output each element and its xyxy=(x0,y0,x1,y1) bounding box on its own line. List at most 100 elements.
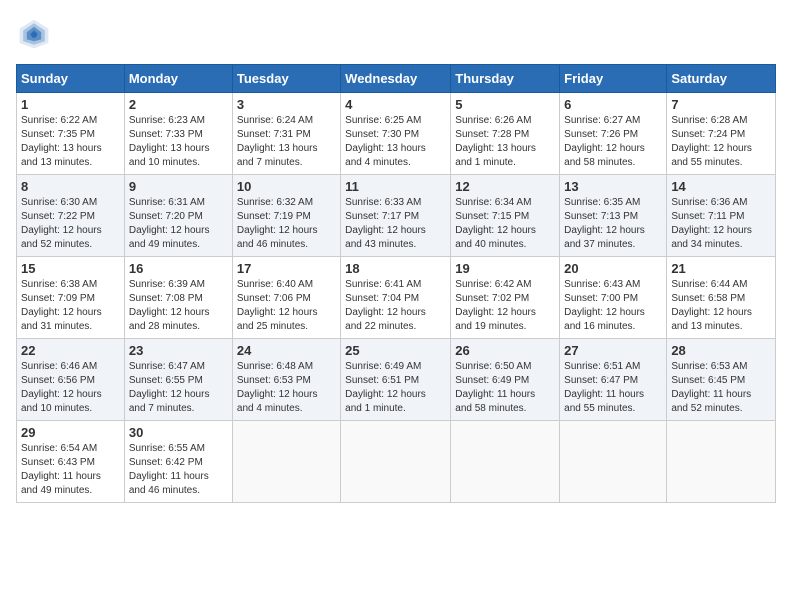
calendar-week-row: 8 Sunrise: 6:30 AM Sunset: 7:22 PM Daylig… xyxy=(17,175,776,257)
logo-icon xyxy=(16,16,52,52)
day-number: 12 xyxy=(455,179,555,194)
calendar-cell: 19 Sunrise: 6:42 AM Sunset: 7:02 PM Dayli… xyxy=(451,257,560,339)
col-sunday: Sunday xyxy=(17,65,125,93)
calendar-cell: 18 Sunrise: 6:41 AM Sunset: 7:04 PM Dayli… xyxy=(341,257,451,339)
day-number: 7 xyxy=(671,97,771,112)
day-number: 28 xyxy=(671,343,771,358)
col-monday: Monday xyxy=(124,65,232,93)
calendar-cell: 15 Sunrise: 6:38 AM Sunset: 7:09 PM Dayli… xyxy=(17,257,125,339)
day-number: 9 xyxy=(129,179,228,194)
day-info: Sunrise: 6:32 AM Sunset: 7:19 PM Dayligh… xyxy=(237,196,336,252)
day-number: 14 xyxy=(671,179,771,194)
day-info: Sunrise: 6:26 AM Sunset: 7:28 PM Dayligh… xyxy=(455,114,555,170)
day-info: Sunrise: 6:30 AM Sunset: 7:22 PM Dayligh… xyxy=(21,196,120,252)
calendar-cell: 14 Sunrise: 6:36 AM Sunset: 7:11 PM Dayli… xyxy=(667,175,776,257)
day-info: Sunrise: 6:49 AM Sunset: 6:51 PM Dayligh… xyxy=(345,360,446,416)
calendar-cell: 29 Sunrise: 6:54 AM Sunset: 6:43 PM Dayli… xyxy=(17,421,125,503)
day-number: 17 xyxy=(237,261,336,276)
calendar-cell xyxy=(451,421,560,503)
col-tuesday: Tuesday xyxy=(232,65,340,93)
day-number: 16 xyxy=(129,261,228,276)
calendar-cell: 5 Sunrise: 6:26 AM Sunset: 7:28 PM Daylig… xyxy=(451,93,560,175)
day-number: 27 xyxy=(564,343,662,358)
calendar-cell xyxy=(667,421,776,503)
calendar-cell: 27Sunrise: 6:51 AM Sunset: 6:47 PM Dayli… xyxy=(560,339,667,421)
calendar-cell: 1 Sunrise: 6:22 AM Sunset: 7:35 PM Daylig… xyxy=(17,93,125,175)
calendar-table: Sunday Monday Tuesday Wednesday Thursday… xyxy=(16,64,776,503)
day-number: 6 xyxy=(564,97,662,112)
page-header xyxy=(16,16,776,52)
calendar-cell: 10 Sunrise: 6:32 AM Sunset: 7:19 PM Dayli… xyxy=(232,175,340,257)
day-info: Sunrise: 6:31 AM Sunset: 7:20 PM Dayligh… xyxy=(129,196,228,252)
calendar-cell: 12Sunrise: 6:34 AM Sunset: 7:15 PM Dayli… xyxy=(451,175,560,257)
logo xyxy=(16,16,56,52)
day-number: 3 xyxy=(237,97,336,112)
day-info: Sunrise: 6:53 AM Sunset: 6:45 PM Dayligh… xyxy=(671,360,771,416)
calendar-cell: 2 Sunrise: 6:23 AM Sunset: 7:33 PM Daylig… xyxy=(124,93,232,175)
day-number: 23 xyxy=(129,343,228,358)
calendar-cell: 11Sunrise: 6:33 AM Sunset: 7:17 PM Dayli… xyxy=(341,175,451,257)
calendar-cell xyxy=(341,421,451,503)
calendar-cell: 25 Sunrise: 6:49 AM Sunset: 6:51 PM Dayli… xyxy=(341,339,451,421)
day-number: 20 xyxy=(564,261,662,276)
calendar-week-row: 15 Sunrise: 6:38 AM Sunset: 7:09 PM Dayli… xyxy=(17,257,776,339)
day-number: 11 xyxy=(345,179,446,194)
day-info: Sunrise: 6:54 AM Sunset: 6:43 PM Dayligh… xyxy=(21,442,120,498)
calendar-cell: 8 Sunrise: 6:30 AM Sunset: 7:22 PM Daylig… xyxy=(17,175,125,257)
day-info: Sunrise: 6:55 AM Sunset: 6:42 PM Dayligh… xyxy=(129,442,228,498)
calendar-cell: 4 Sunrise: 6:25 AM Sunset: 7:30 PM Daylig… xyxy=(341,93,451,175)
day-info: Sunrise: 6:24 AM Sunset: 7:31 PM Dayligh… xyxy=(237,114,336,170)
day-number: 4 xyxy=(345,97,446,112)
calendar-week-row: 1 Sunrise: 6:22 AM Sunset: 7:35 PM Daylig… xyxy=(17,93,776,175)
calendar-cell: 20 Sunrise: 6:43 AM Sunset: 7:00 PM Dayli… xyxy=(560,257,667,339)
day-number: 1 xyxy=(21,97,120,112)
day-number: 25 xyxy=(345,343,446,358)
day-info: Sunrise: 6:50 AM Sunset: 6:49 PM Dayligh… xyxy=(455,360,555,416)
day-info: Sunrise: 6:42 AM Sunset: 7:02 PM Dayligh… xyxy=(455,278,555,334)
calendar-cell: 30Sunrise: 6:55 AM Sunset: 6:42 PM Dayli… xyxy=(124,421,232,503)
day-number: 21 xyxy=(671,261,771,276)
calendar-cell: 21 Sunrise: 6:44 AM Sunset: 6:58 PM Dayli… xyxy=(667,257,776,339)
day-info: Sunrise: 6:43 AM Sunset: 7:00 PM Dayligh… xyxy=(564,278,662,334)
day-number: 19 xyxy=(455,261,555,276)
day-info: Sunrise: 6:36 AM Sunset: 7:11 PM Dayligh… xyxy=(671,196,771,252)
calendar-header-row: Sunday Monday Tuesday Wednesday Thursday… xyxy=(17,65,776,93)
calendar-cell xyxy=(232,421,340,503)
col-wednesday: Wednesday xyxy=(341,65,451,93)
calendar-week-row: 29 Sunrise: 6:54 AM Sunset: 6:43 PM Dayli… xyxy=(17,421,776,503)
day-number: 8 xyxy=(21,179,120,194)
col-saturday: Saturday xyxy=(667,65,776,93)
day-number: 29 xyxy=(21,425,120,440)
calendar-week-row: 22 Sunrise: 6:46 AM Sunset: 6:56 PM Dayli… xyxy=(17,339,776,421)
calendar-cell: 9 Sunrise: 6:31 AM Sunset: 7:20 PM Daylig… xyxy=(124,175,232,257)
calendar-cell: 22 Sunrise: 6:46 AM Sunset: 6:56 PM Dayli… xyxy=(17,339,125,421)
day-info: Sunrise: 6:22 AM Sunset: 7:35 PM Dayligh… xyxy=(21,114,120,170)
day-number: 15 xyxy=(21,261,120,276)
day-info: Sunrise: 6:27 AM Sunset: 7:26 PM Dayligh… xyxy=(564,114,662,170)
day-number: 26 xyxy=(455,343,555,358)
day-number: 2 xyxy=(129,97,228,112)
day-info: Sunrise: 6:23 AM Sunset: 7:33 PM Dayligh… xyxy=(129,114,228,170)
day-info: Sunrise: 6:25 AM Sunset: 7:30 PM Dayligh… xyxy=(345,114,446,170)
day-info: Sunrise: 6:46 AM Sunset: 6:56 PM Dayligh… xyxy=(21,360,120,416)
day-number: 18 xyxy=(345,261,446,276)
day-number: 22 xyxy=(21,343,120,358)
calendar-cell: 23 Sunrise: 6:47 AM Sunset: 6:55 PM Dayli… xyxy=(124,339,232,421)
col-friday: Friday xyxy=(560,65,667,93)
day-number: 13 xyxy=(564,179,662,194)
day-info: Sunrise: 6:41 AM Sunset: 7:04 PM Dayligh… xyxy=(345,278,446,334)
day-info: Sunrise: 6:35 AM Sunset: 7:13 PM Dayligh… xyxy=(564,196,662,252)
day-number: 24 xyxy=(237,343,336,358)
calendar-cell: 6 Sunrise: 6:27 AM Sunset: 7:26 PM Daylig… xyxy=(560,93,667,175)
day-info: Sunrise: 6:40 AM Sunset: 7:06 PM Dayligh… xyxy=(237,278,336,334)
day-info: Sunrise: 6:38 AM Sunset: 7:09 PM Dayligh… xyxy=(21,278,120,334)
day-number: 5 xyxy=(455,97,555,112)
calendar-cell: 17 Sunrise: 6:40 AM Sunset: 7:06 PM Dayli… xyxy=(232,257,340,339)
calendar-cell: 16 Sunrise: 6:39 AM Sunset: 7:08 PM Dayli… xyxy=(124,257,232,339)
calendar-cell: 3 Sunrise: 6:24 AM Sunset: 7:31 PM Daylig… xyxy=(232,93,340,175)
day-info: Sunrise: 6:44 AM Sunset: 6:58 PM Dayligh… xyxy=(671,278,771,334)
day-info: Sunrise: 6:39 AM Sunset: 7:08 PM Dayligh… xyxy=(129,278,228,334)
day-info: Sunrise: 6:28 AM Sunset: 7:24 PM Dayligh… xyxy=(671,114,771,170)
day-info: Sunrise: 6:47 AM Sunset: 6:55 PM Dayligh… xyxy=(129,360,228,416)
day-number: 10 xyxy=(237,179,336,194)
